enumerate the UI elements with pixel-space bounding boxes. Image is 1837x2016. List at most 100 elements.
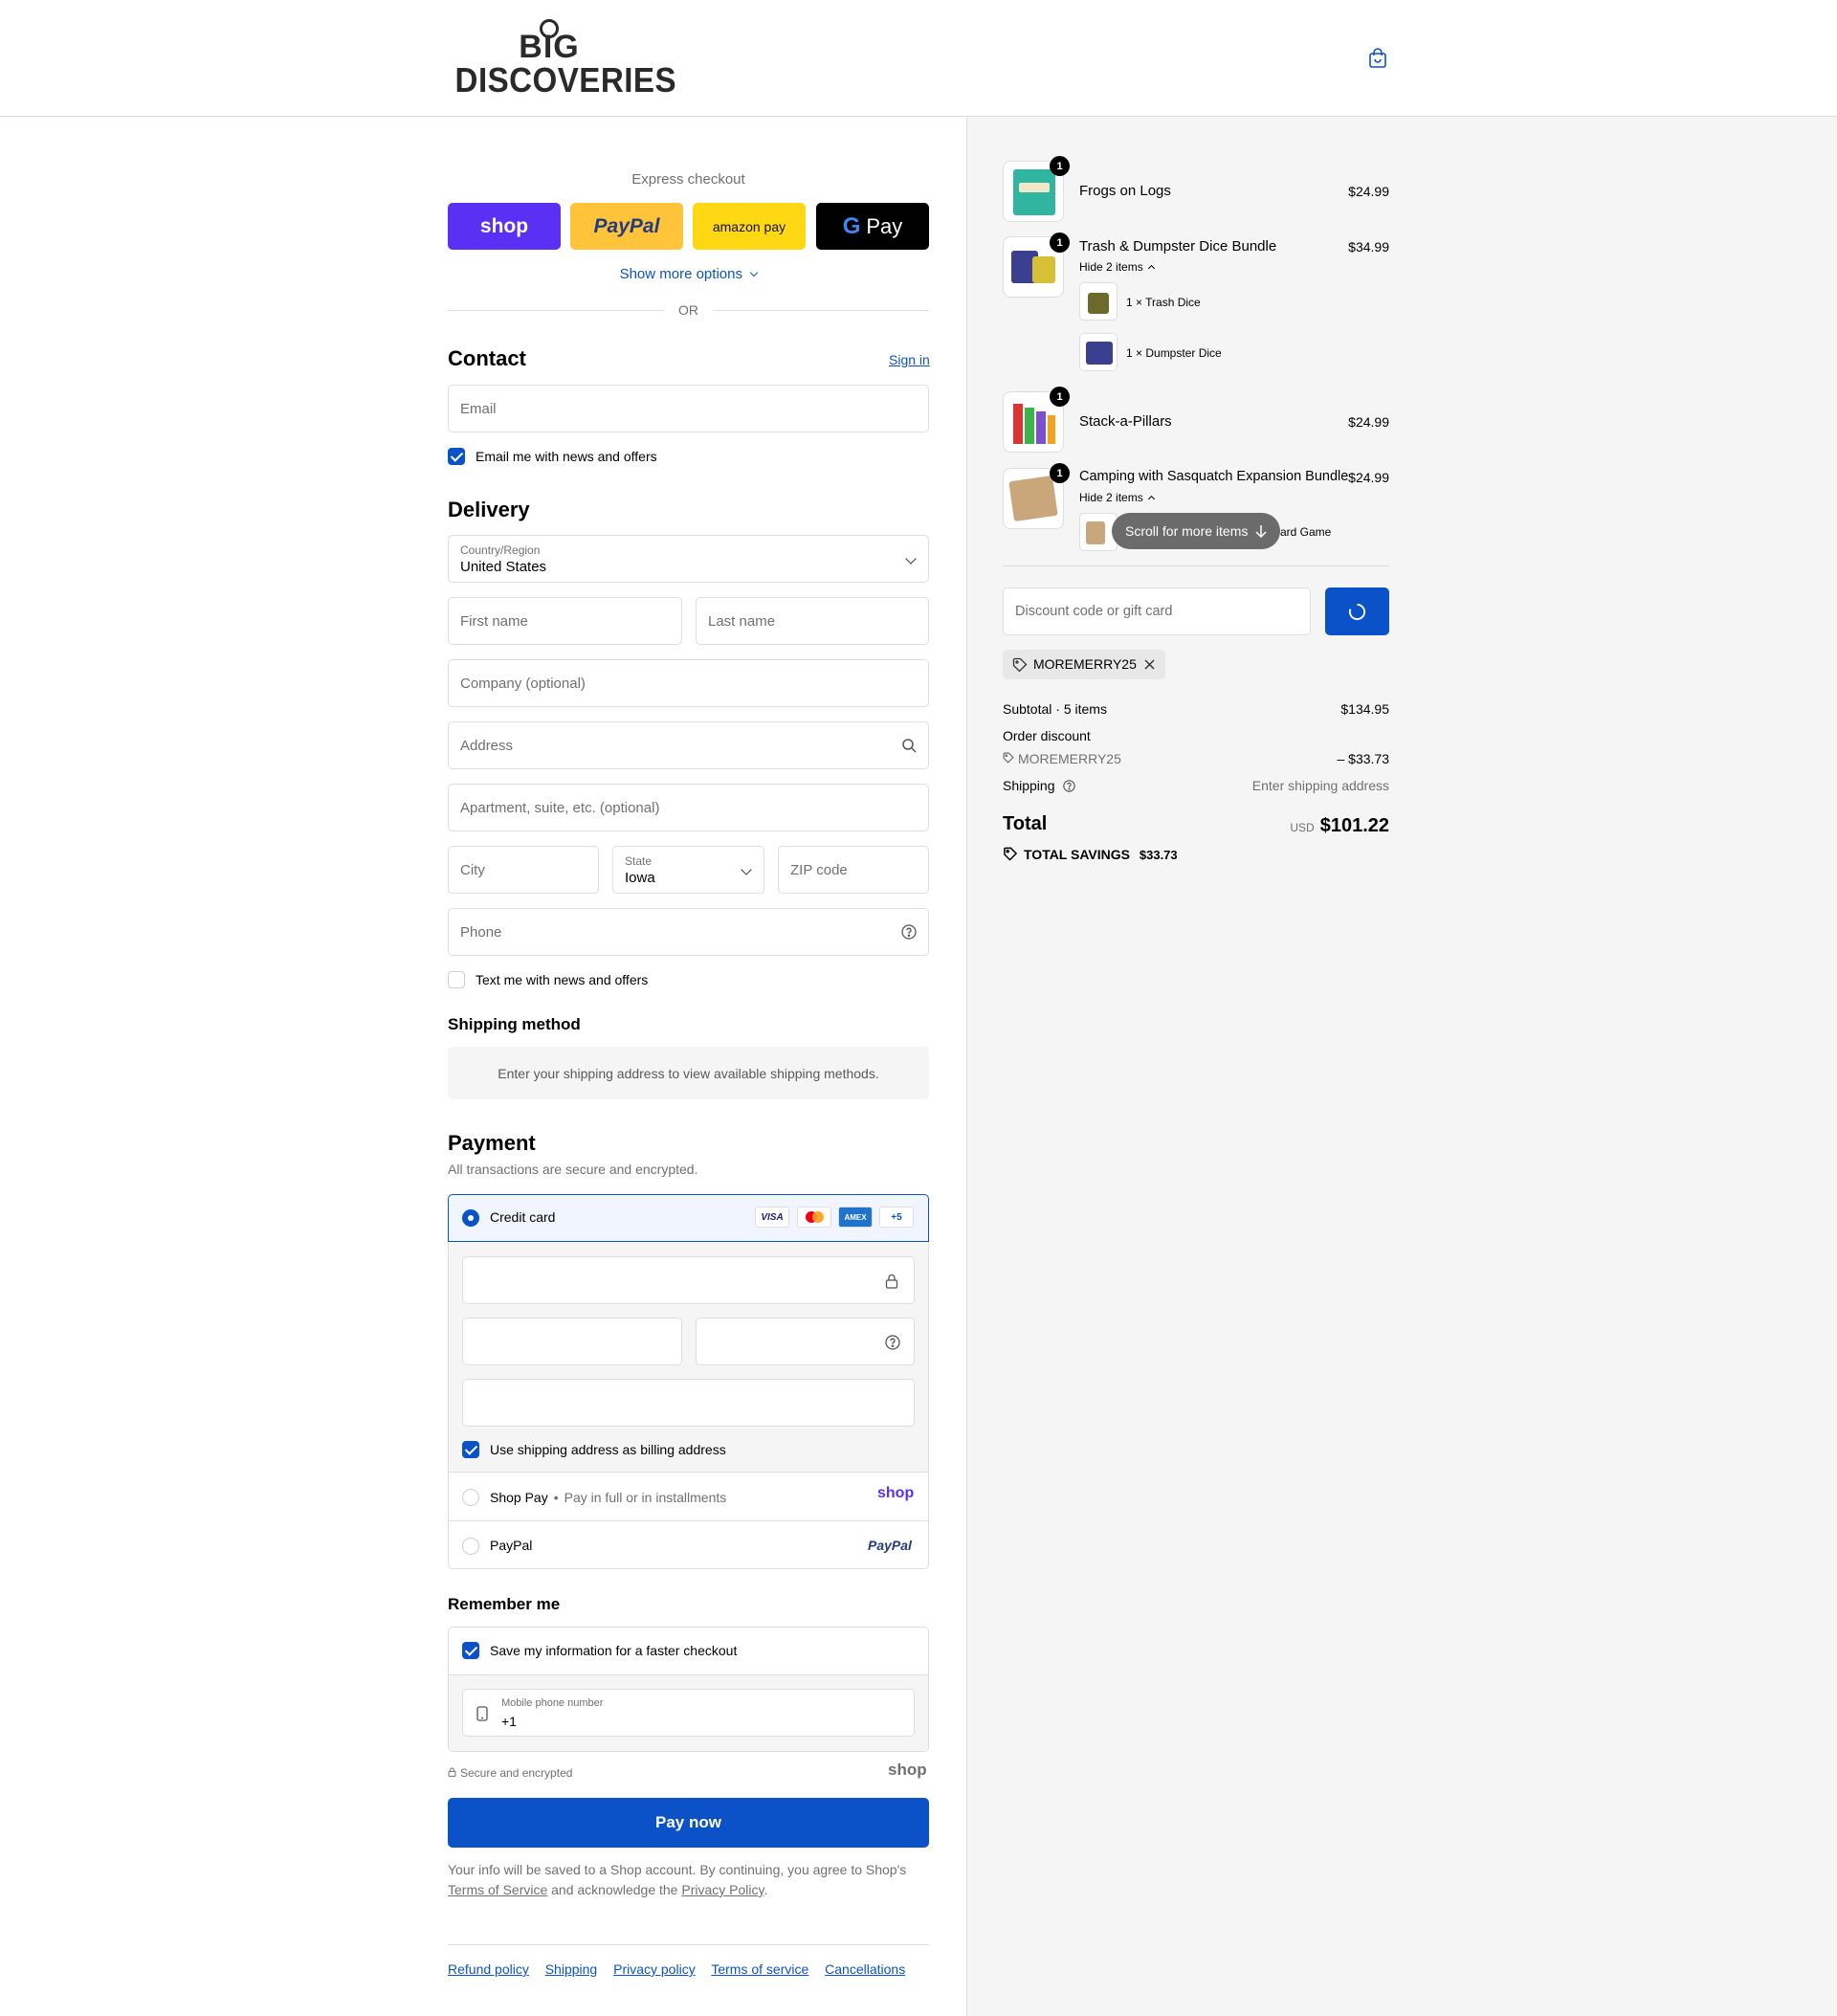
company-input[interactable]: Company (optional) [448, 659, 929, 707]
discount-row: MOREMERRY25 – $33.73 [1003, 751, 1389, 766]
bundle-item: 1 × Trash Dice [1126, 296, 1201, 309]
paypal-label[interactable]: PayPal [490, 1538, 532, 1553]
billing-same-checkbox[interactable] [462, 1441, 479, 1458]
shipping-method-heading: Shipping method [448, 1015, 581, 1033]
discount-code-input[interactable]: Discount code or gift card [1003, 587, 1311, 635]
sign-in-link[interactable]: Sign in [889, 352, 930, 367]
mobile-value: +1 [501, 1714, 517, 1729]
phone-icon [476, 1706, 488, 1721]
product-price: $24.99 [1348, 184, 1389, 199]
text-news-checkbox[interactable] [448, 971, 465, 988]
tag-icon [1012, 657, 1028, 673]
terms-of-service-link[interactable]: Terms of service [711, 1961, 808, 1977]
privacy-policy-link[interactable]: Privacy Policy [681, 1882, 764, 1897]
apply-discount-button[interactable] [1325, 587, 1389, 635]
express-checkout-title: Express checkout [631, 171, 745, 188]
shipping-link[interactable]: Shipping [545, 1961, 598, 1977]
shop-logo: shop [877, 1485, 915, 1501]
delivery-heading: Delivery [448, 498, 530, 521]
city-input[interactable]: City [448, 846, 599, 894]
search-icon [902, 739, 917, 753]
credit-card-radio[interactable] [462, 1209, 479, 1227]
hide-items-toggle[interactable]: Hide 2 items [1079, 491, 1155, 504]
loading-spinner-icon [1348, 603, 1366, 620]
remember-me-heading: Remember me [448, 1595, 561, 1613]
paypal-radio[interactable] [462, 1538, 479, 1555]
divider [1003, 565, 1389, 566]
logo-line-2: DISCOVERIES [454, 60, 676, 100]
help-circle-icon[interactable] [901, 924, 917, 940]
cancellations-link[interactable]: Cancellations [825, 1961, 905, 1977]
zip-input[interactable]: ZIP code [778, 846, 929, 894]
legal-text: Your info will be saved to a Shop accoun… [448, 1862, 907, 1897]
lock-icon [885, 1274, 898, 1289]
paypal-logo: PayPal [868, 1538, 912, 1553]
header: BIG DISCOVERIES [0, 0, 1837, 117]
product-name: Camping with Sasquatch Expansion Bundle [1079, 469, 1349, 484]
shopping-bag-icon[interactable] [1368, 48, 1387, 69]
state-select[interactable]: State Iowa [612, 846, 764, 894]
card-number-input[interactable] [462, 1256, 915, 1304]
expiration-date-input[interactable] [462, 1318, 682, 1365]
shop-logo: shop [888, 1761, 927, 1779]
chevron-up-icon [1147, 495, 1155, 503]
or-divider: OR [448, 300, 929, 320]
apartment-input[interactable]: Apartment, suite, etc. (optional) [448, 784, 929, 831]
product-price: $24.99 [1348, 470, 1389, 485]
paypal-button[interactable]: PayPal [570, 203, 683, 250]
close-icon[interactable] [1144, 659, 1155, 670]
text-news-label: Text me with news and offers [476, 972, 649, 987]
quantity-badge: 1 [1050, 387, 1070, 407]
store-logo[interactable]: BIG DISCOVERIES [447, 17, 676, 100]
mobile-phone-input[interactable]: Mobile phone number +1 [462, 1689, 915, 1737]
google-pay-button[interactable]: G Pay [816, 203, 929, 250]
payment-subtitle: All transactions are secure and encrypte… [448, 1162, 698, 1177]
footer-divider [448, 1944, 929, 1945]
divider [449, 1520, 928, 1521]
last-name-input[interactable]: Last name [696, 597, 929, 645]
scroll-for-more-hint[interactable]: Scroll for more items [1112, 513, 1280, 549]
hide-items-toggle[interactable]: Hide 2 items [1079, 260, 1155, 274]
quantity-badge: 1 [1050, 233, 1070, 253]
shop-pay-label[interactable]: Shop Pay • Pay in full or in installments [490, 1490, 726, 1505]
billing-same-label: Use shipping address as billing address [490, 1442, 726, 1457]
payment-heading: Payment [448, 1131, 536, 1155]
security-code-input[interactable] [696, 1318, 915, 1365]
country-select[interactable]: Country/Region United States [448, 535, 929, 583]
amazon-pay-button[interactable]: amazon pay [693, 203, 806, 250]
pay-now-button[interactable]: Pay now [448, 1798, 929, 1848]
product-name: Trash & Dumpster Dice Bundle [1079, 238, 1277, 255]
credit-card-label: Credit card [490, 1209, 556, 1225]
email-input[interactable]: Email [448, 385, 929, 432]
compass-icon [540, 19, 559, 38]
product-name: Frogs on Logs [1079, 183, 1171, 199]
save-info-checkbox[interactable] [462, 1642, 479, 1659]
privacy-policy-link[interactable]: Privacy policy [613, 1961, 696, 1977]
terms-of-service-link[interactable]: Terms of Service [448, 1882, 547, 1897]
product-price: $34.99 [1348, 239, 1389, 255]
help-circle-icon[interactable] [885, 1335, 900, 1350]
lock-icon [448, 1767, 456, 1777]
email-news-checkbox[interactable] [448, 448, 465, 465]
more-cards-badge: +5 [879, 1207, 914, 1228]
phone-input[interactable]: Phone [448, 908, 929, 956]
applied-discount-tag: MOREMERRY25 [1003, 650, 1165, 679]
shop-pay-button[interactable]: shop [448, 203, 561, 250]
help-circle-icon[interactable] [1063, 780, 1076, 792]
refund-policy-link[interactable]: Refund policy [448, 1961, 529, 1977]
mobile-label: Mobile phone number [501, 1697, 604, 1709]
mastercard-icon [797, 1207, 831, 1228]
first-name-input[interactable]: First name [448, 597, 682, 645]
email-news-label: Email me with news and offers [476, 449, 657, 464]
name-on-card-input[interactable] [462, 1379, 915, 1427]
subtotal-row: Subtotal · 5 items $134.95 [1003, 701, 1389, 717]
contact-heading: Contact [448, 346, 526, 370]
secure-note: Secure and encrypted [448, 1766, 572, 1780]
arrow-down-icon [1255, 525, 1267, 538]
show-more-options-link[interactable]: Show more options [448, 266, 929, 283]
shop-pay-radio[interactable] [462, 1489, 479, 1506]
total-row: Total USD $101.22 [1003, 813, 1389, 836]
chevron-up-icon [1147, 264, 1155, 273]
bundle-item-thumbnail [1079, 333, 1118, 371]
address-input[interactable]: Address [448, 721, 929, 769]
